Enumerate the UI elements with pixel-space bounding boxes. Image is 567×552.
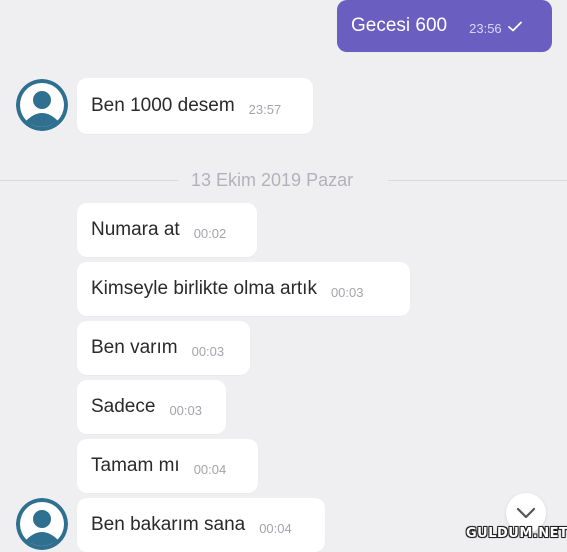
chat-thread: Gecesi 600 23:56 Ben 1000 desem 23:57 13… (0, 0, 567, 552)
user-icon (16, 498, 68, 550)
checkmark-icon (507, 19, 522, 37)
message-text: Ben varım (91, 337, 178, 358)
date-label: 13 Ekim 2019 Pazar (191, 170, 354, 190)
message-text: Ben bakarım sana (91, 514, 246, 535)
user-icon (16, 79, 68, 131)
message-time: 00:04 (259, 520, 292, 536)
divider (0, 180, 178, 181)
avatar[interactable] (16, 498, 68, 550)
message-text: Tamam mı (91, 455, 180, 476)
message-bubble-incoming[interactable]: Ben varım 00:03 (77, 321, 250, 375)
message-text: Numara at (91, 219, 180, 240)
message-time: 23:57 (248, 101, 282, 117)
message-bubble-incoming[interactable]: Tamam mı 00:04 (77, 439, 258, 493)
chevron-down-icon (516, 507, 536, 519)
message-bubble-incoming[interactable]: Kimseyle birlikte olma artık 00:03 (77, 262, 410, 316)
message-text: Sadece (91, 396, 156, 417)
message-text: Ben 1000 desem (91, 95, 235, 116)
watermark: GULDUM.NET (466, 526, 567, 541)
message-time: 00:04 (193, 461, 227, 477)
message-time: 00:03 (169, 402, 202, 418)
message-text: Kimseyle birlikte olma artık (91, 278, 317, 299)
date-separator: 13 Ekim 2019 Pazar (0, 170, 567, 192)
message-time: 23:56 (469, 20, 502, 36)
divider (388, 180, 567, 181)
message-text: Gecesi 600 (351, 15, 448, 36)
message-time: 00:03 (191, 343, 225, 359)
message-bubble-incoming[interactable]: Numara at 00:02 (77, 203, 257, 257)
message-bubble-incoming[interactable]: Ben bakarım sana 00:04 (77, 498, 325, 552)
message-time: 00:02 (193, 225, 227, 241)
message-bubble-incoming[interactable]: Sadece 00:03 (77, 380, 226, 434)
message-time: 00:03 (330, 284, 364, 300)
message-bubble-incoming[interactable]: Ben 1000 desem 23:57 (77, 78, 313, 134)
avatar[interactable] (16, 79, 68, 131)
message-bubble-outgoing[interactable]: Gecesi 600 23:56 (337, 0, 552, 52)
